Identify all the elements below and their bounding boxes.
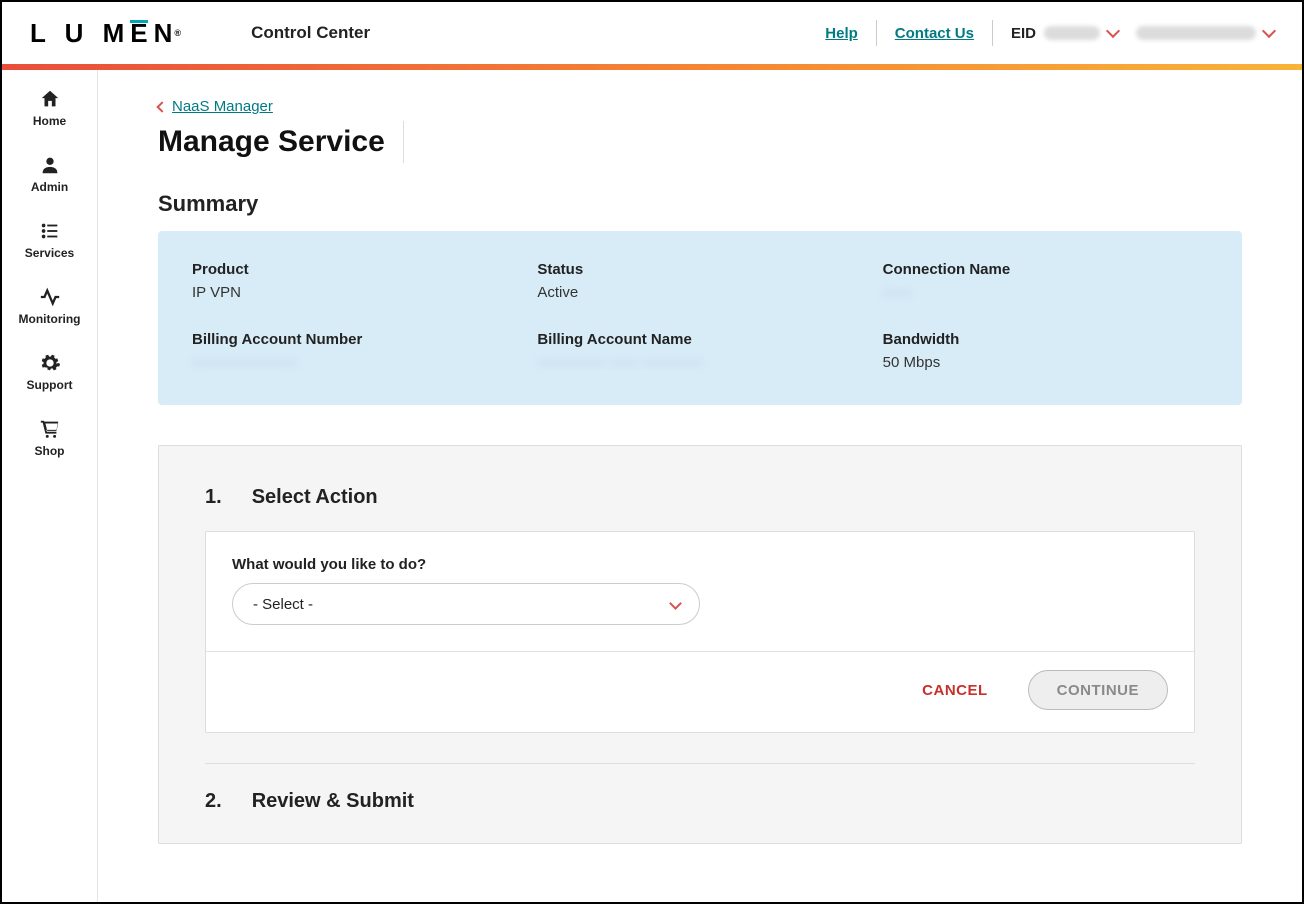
- action-select-wrap: - Select -: [232, 583, 700, 625]
- action-select[interactable]: - Select -: [232, 583, 700, 625]
- header: L U M E N® Control Center Help Contact U…: [2, 2, 1302, 64]
- summary-billing-account-name: Billing Account Name xxxxxxxxx xxxx xxxx…: [537, 331, 862, 371]
- page-heading: Manage Service: [158, 121, 1242, 163]
- summary-label: Billing Account Number: [192, 331, 517, 348]
- action-field-label: What would you like to do?: [232, 556, 1168, 573]
- contact-us-link[interactable]: Contact Us: [895, 25, 974, 42]
- summary-value-redacted: xxxxxxxxxxxxxx: [192, 354, 517, 371]
- summary-bandwidth: Bandwidth 50 Mbps: [883, 331, 1208, 371]
- summary-label: Product: [192, 261, 517, 278]
- main-content: NaaS Manager Manage Service Summary Prod…: [98, 70, 1302, 902]
- summary-title: Summary: [158, 191, 1242, 217]
- registered-mark: ®: [174, 28, 181, 38]
- divider: [992, 20, 993, 46]
- step-1-header: 1. Select Action: [205, 486, 1195, 509]
- sidebar-item-label: Support: [27, 378, 73, 392]
- action-select-value: - Select -: [253, 596, 313, 613]
- sidebar-item-admin[interactable]: Admin: [2, 154, 97, 194]
- step-1-body: What would you like to do? - Select - CA…: [205, 531, 1195, 733]
- sidebar-item-support[interactable]: Support: [2, 352, 97, 392]
- step-number: 2.: [205, 790, 222, 813]
- app-name: Control Center: [251, 23, 370, 43]
- breadcrumb: NaaS Manager: [158, 98, 1242, 115]
- user-icon: [39, 154, 61, 176]
- chevron-down-icon: [1262, 24, 1276, 38]
- sidebar-item-label: Home: [33, 114, 66, 128]
- summary-value-redacted: xxxxxxxxx xxxx xxxxxxxx: [537, 354, 862, 371]
- summary-value-redacted: xxxx: [883, 284, 1208, 301]
- activity-icon: [39, 286, 61, 308]
- step-number: 1.: [205, 486, 222, 509]
- summary-connection-name: Connection Name xxxx: [883, 261, 1208, 301]
- cart-icon: [39, 418, 61, 440]
- sidebar-item-home[interactable]: Home: [2, 88, 97, 128]
- summary-label: Status: [537, 261, 862, 278]
- sidebar-item-monitoring[interactable]: Monitoring: [2, 286, 97, 326]
- summary-card: Product IP VPN Status Active Connection …: [158, 231, 1242, 405]
- summary-billing-account-number: Billing Account Number xxxxxxxxxxxxxx: [192, 331, 517, 371]
- sidebar: Home Admin Services Monitoring Support S…: [2, 70, 98, 902]
- page-title: Manage Service: [158, 125, 385, 159]
- header-right: Help Contact Us EID: [825, 20, 1274, 46]
- sidebar-item-label: Monitoring: [19, 312, 81, 326]
- sidebar-item-label: Admin: [31, 180, 68, 194]
- chevron-down-icon: [1106, 24, 1120, 38]
- summary-value: Active: [537, 284, 862, 301]
- eid-label: EID: [1011, 25, 1036, 42]
- eid-value-redacted: [1044, 26, 1100, 40]
- summary-label: Connection Name: [883, 261, 1208, 278]
- account-dropdown[interactable]: [1136, 26, 1274, 40]
- step-title: Review & Submit: [252, 790, 414, 813]
- cancel-button[interactable]: CANCEL: [922, 682, 988, 699]
- lumen-logo[interactable]: L U M E N®: [30, 18, 181, 49]
- summary-status: Status Active: [537, 261, 862, 301]
- eid-dropdown[interactable]: EID: [1011, 25, 1118, 42]
- gear-icon: [39, 352, 61, 374]
- summary-value: IP VPN: [192, 284, 517, 301]
- step-1-actions: CANCEL CONTINUE: [206, 651, 1194, 732]
- sidebar-item-label: Shop: [35, 444, 65, 458]
- summary-product: Product IP VPN: [192, 261, 517, 301]
- step-title: Select Action: [252, 486, 378, 509]
- summary-value: 50 Mbps: [883, 354, 1208, 371]
- summary-label: Billing Account Name: [537, 331, 862, 348]
- divider: [403, 121, 404, 163]
- chevron-left-icon: [156, 101, 167, 112]
- sidebar-item-shop[interactable]: Shop: [2, 418, 97, 458]
- account-name-redacted: [1136, 26, 1256, 40]
- sidebar-item-services[interactable]: Services: [2, 220, 97, 260]
- list-icon: [39, 220, 61, 242]
- wizard-panel: 1. Select Action What would you like to …: [158, 445, 1242, 844]
- step-2-header: 2. Review & Submit: [205, 790, 1195, 813]
- help-link[interactable]: Help: [825, 25, 858, 42]
- breadcrumb-link-naas-manager[interactable]: NaaS Manager: [172, 98, 273, 115]
- sidebar-item-label: Services: [25, 246, 74, 260]
- summary-label: Bandwidth: [883, 331, 1208, 348]
- continue-button[interactable]: CONTINUE: [1028, 670, 1168, 710]
- divider: [205, 763, 1195, 764]
- divider: [876, 20, 877, 46]
- home-icon: [39, 88, 61, 110]
